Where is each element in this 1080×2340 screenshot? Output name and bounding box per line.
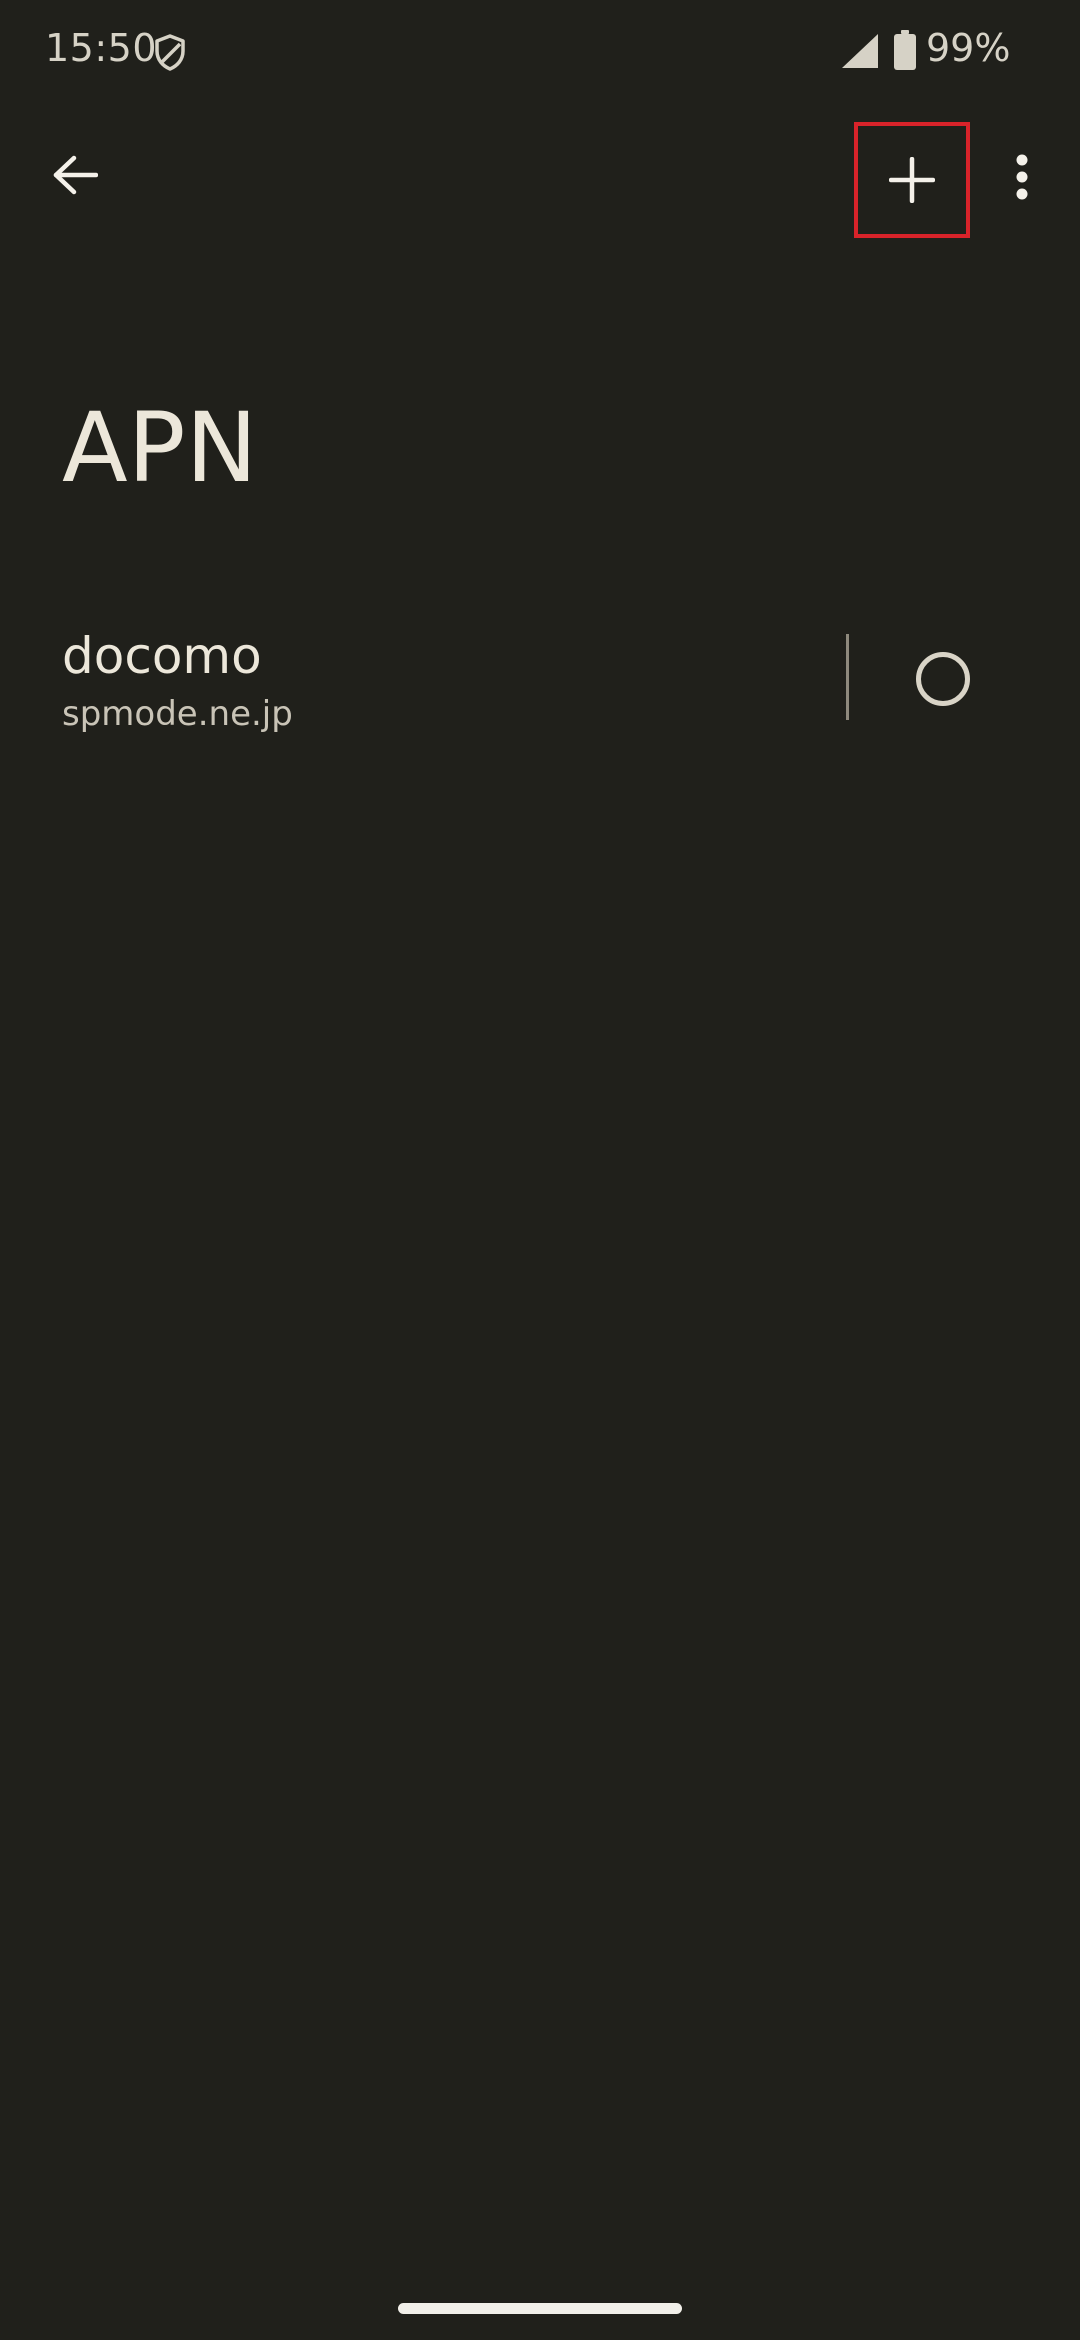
plus-icon: [889, 157, 935, 203]
add-apn-button[interactable]: [854, 122, 970, 238]
more-vert-icon: [1016, 154, 1028, 200]
status-bar: 15:50 99%: [0, 0, 1080, 100]
more-options-button[interactable]: [1000, 145, 1044, 209]
battery-icon: [894, 30, 916, 70]
apn-name: docomo: [62, 627, 262, 685]
divider: [846, 634, 849, 720]
apn-list-item[interactable]: docomo spmode.ne.jp: [0, 610, 1080, 750]
apn-radio-button[interactable]: [916, 652, 970, 706]
back-button[interactable]: [40, 140, 110, 210]
shield-icon: [155, 34, 185, 71]
arrow-back-icon: [53, 155, 98, 195]
status-time: 15:50: [45, 26, 158, 70]
apn-value: spmode.ne.jp: [62, 694, 293, 734]
battery-percent: 99%: [926, 26, 1011, 70]
cell-signal-icon: [842, 34, 878, 68]
page-title: APN: [62, 392, 258, 504]
gesture-nav-handle[interactable]: [398, 2303, 682, 2314]
